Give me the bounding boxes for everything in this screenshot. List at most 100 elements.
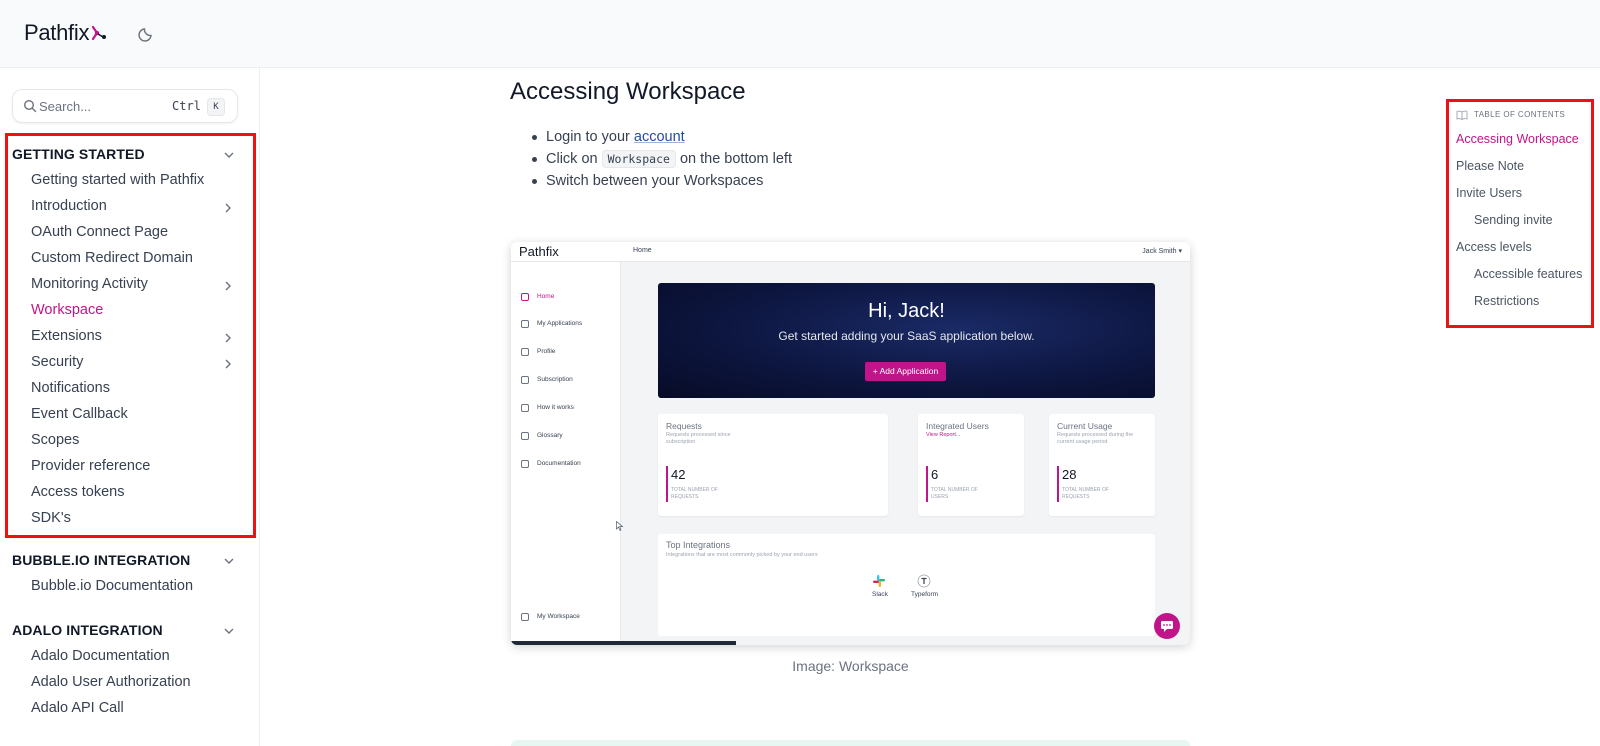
section-title-bubble[interactable]: BUBBLE.IO INTEGRATION	[12, 552, 190, 568]
card-accent-bar	[926, 466, 928, 502]
card-subtitle: View Report...	[926, 432, 961, 438]
figure-card-requests: Requests Requests processed since subscr…	[658, 414, 888, 516]
sidebar-item-adalo-docs[interactable]: Adalo Documentation	[31, 648, 170, 664]
search-placeholder: Search...	[39, 99, 92, 114]
sidebar-item-access-tokens[interactable]: Access tokens	[31, 484, 125, 500]
figure-breadcrumb: Home	[633, 247, 652, 254]
card-label: TOTAL NUMBER OF REQUESTS	[1062, 487, 1109, 500]
sidebar-item-bubble-docs[interactable]: Bubble.io Documentation	[31, 578, 193, 594]
integrations-subtitle: Integrations that are most commonly pick…	[666, 552, 818, 558]
figure-hero-title: Hi, Jack!	[868, 300, 945, 322]
glossary-icon	[521, 432, 529, 440]
bullet-text: Click on	[546, 151, 602, 167]
pathfix-logo[interactable]: Pathfix	[24, 20, 107, 46]
sidebar-item-custom-redirect[interactable]: Custom Redirect Domain	[31, 250, 193, 266]
slack-icon	[872, 574, 886, 588]
figure-user-menu: Jack Smith ▾	[1142, 248, 1182, 255]
card-value: 6	[931, 467, 939, 482]
figure-logo: Pathfix	[519, 244, 559, 259]
bullet-text: Login to your	[546, 129, 634, 145]
figure-status-bar	[511, 641, 736, 645]
toc-item-accessing-workspace[interactable]: Accessing Workspace	[1456, 132, 1579, 146]
search-icon	[23, 99, 37, 113]
chevron-down-icon[interactable]	[222, 148, 236, 162]
sidebar-item-event-callback[interactable]: Event Callback	[31, 406, 128, 422]
card-subtitle: Requests processed since subscription	[666, 432, 731, 445]
logo-mark-icon	[89, 22, 107, 41]
sidebar-item-extensions[interactable]: Extensions	[31, 328, 102, 344]
instruction-list: Login to your account Click on Workspace…	[528, 126, 792, 192]
sidebar-item-notifications[interactable]: Notifications	[31, 380, 110, 396]
figure-side-item: Subscription	[537, 376, 573, 383]
sidebar-item-security[interactable]: Security	[31, 354, 83, 370]
sidebar-item-adalo-api[interactable]: Adalo API Call	[31, 700, 124, 716]
inline-code-workspace: Workspace	[601, 150, 676, 168]
chevron-right-icon[interactable]	[222, 357, 234, 369]
figure-side-item: Glossary	[537, 432, 563, 439]
home-icon	[521, 293, 529, 301]
sidebar-item-oauth-connect[interactable]: OAuth Connect Page	[31, 224, 168, 240]
sidebar-item-scopes[interactable]: Scopes	[31, 432, 79, 448]
sidebar-item-getting-started[interactable]: Getting started with Pathfix	[31, 172, 204, 188]
workspace-screenshot: Pathfix Home Jack Smith ▾ Home My Applic…	[511, 242, 1190, 645]
top-bar: Pathfix	[0, 0, 1600, 68]
shortcut-key: K	[207, 98, 225, 116]
toc-item-restrictions[interactable]: Restrictions	[1474, 294, 1539, 308]
card-title: Integrated Users	[926, 421, 989, 431]
toc-item-sending-invite[interactable]: Sending invite	[1474, 213, 1553, 227]
toc-item-invite-users[interactable]: Invite Users	[1456, 186, 1522, 200]
figure-add-application-button: + Add Application	[865, 362, 946, 381]
toc-item-accessible-features[interactable]: Accessible features	[1474, 267, 1582, 281]
card-label: TOTAL NUMBER OF USERS	[931, 487, 978, 500]
card-label: TOTAL NUMBER OF REQUESTS	[671, 487, 718, 500]
list-item: Click on Workspace on the bottom left	[528, 148, 792, 170]
list-item: Login to your account	[528, 126, 792, 148]
mouse-cursor-icon	[616, 518, 624, 531]
documentation-icon	[521, 460, 529, 468]
chevron-right-icon[interactable]	[222, 279, 234, 291]
card-value: 28	[1062, 467, 1077, 482]
bullet-text: on the bottom left	[675, 151, 792, 167]
integrations-title: Top Integrations	[666, 540, 731, 550]
figure-hero-banner: Hi, Jack! Get started adding your SaaS a…	[658, 283, 1155, 398]
figure-caption: Image: Workspace	[792, 658, 909, 674]
moon-icon[interactable]	[138, 24, 156, 42]
figure-card-usage: Current Usage Requests processed during …	[1049, 414, 1155, 516]
card-title: Current Usage	[1057, 421, 1113, 431]
account-link[interactable]: account	[634, 129, 685, 145]
integration-name: Typeform	[911, 591, 939, 598]
figure-side-item: My Applications	[537, 320, 583, 327]
card-accent-bar	[666, 466, 668, 502]
toc-heading: TABLE OF CONTENTS	[1474, 110, 1566, 119]
toc-item-access-levels[interactable]: Access levels	[1456, 240, 1532, 254]
sidebar-item-workspace[interactable]: Workspace	[31, 302, 103, 318]
section-title-getting-started[interactable]: GETTING STARTED	[12, 146, 145, 162]
figure-side-item: How it works	[537, 404, 574, 411]
sidebar-item-introduction[interactable]: Introduction	[31, 198, 107, 214]
note-callout	[511, 740, 1190, 746]
sidebar-item-monitoring[interactable]: Monitoring Activity	[31, 276, 148, 292]
chevron-right-icon[interactable]	[222, 201, 234, 213]
sidebar-item-provider-reference[interactable]: Provider reference	[31, 458, 150, 474]
figure-top-integrations: Top Integrations Integrations that are m…	[658, 534, 1155, 636]
info-icon	[521, 404, 529, 412]
shuffle-icon	[521, 613, 529, 621]
profile-icon	[521, 348, 529, 356]
shortcut-ctrl: Ctrl	[172, 99, 201, 113]
figure-my-workspace: My Workspace	[537, 613, 580, 620]
toc-item-please-note[interactable]: Please Note	[1456, 159, 1524, 173]
chevron-down-icon[interactable]	[222, 624, 236, 638]
card-title: Requests	[666, 421, 702, 431]
logo-text: Pathfix	[24, 20, 90, 45]
figure-side-item: Profile	[537, 348, 556, 355]
figure-card-users: Integrated Users View Report... 6 TOTAL …	[918, 414, 1024, 516]
sidebar-item-sdks[interactable]: SDK's	[31, 510, 71, 526]
integration-name: Slack	[872, 591, 888, 598]
chevron-down-icon[interactable]	[222, 554, 236, 568]
subscription-icon	[521, 376, 529, 384]
section-title-adalo[interactable]: ADALO INTEGRATION	[12, 622, 163, 638]
figure-side-item: Documentation	[537, 460, 581, 467]
sidebar-item-adalo-auth[interactable]: Adalo User Authorization	[31, 674, 191, 690]
search-input[interactable]: Search... Ctrl K	[12, 89, 238, 123]
chevron-right-icon[interactable]	[222, 331, 234, 343]
